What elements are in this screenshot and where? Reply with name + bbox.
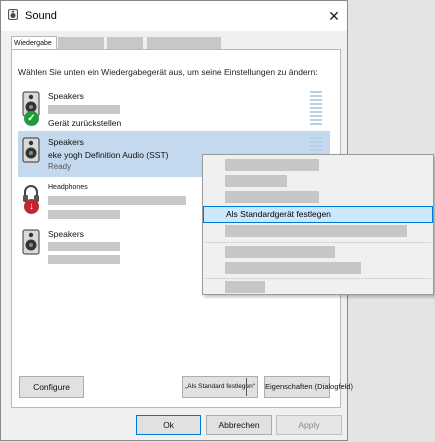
apply-button[interactable]: Apply <box>276 415 342 435</box>
menu-item-redacted-3[interactable] <box>225 191 319 203</box>
device-state: Ready <box>48 162 72 171</box>
tab-redacted-1[interactable] <box>58 37 104 49</box>
menu-item-redacted-6[interactable] <box>225 262 361 274</box>
device-detail: eke yogh Definition Audio (SST) <box>48 150 169 160</box>
device-name: Speakers <box>48 91 84 101</box>
device-item-speakers-1[interactable]: ✓ Speakers Gerät zurückstellen <box>18 85 330 131</box>
redacted-text <box>48 242 120 251</box>
tab-redacted-3[interactable] <box>147 37 221 49</box>
menu-item-redacted-7[interactable] <box>225 281 265 293</box>
check-icon: ✓ <box>24 111 39 126</box>
device-name: Speakers <box>48 137 84 147</box>
device-name: Headphones <box>48 184 88 191</box>
context-menu: Als Standardgerät festlegen <box>202 154 434 295</box>
tab-playback[interactable]: Wiedergabe <box>11 36 57 50</box>
redacted-text <box>48 210 120 219</box>
menu-separator <box>205 242 431 243</box>
speaker-icon <box>22 229 40 255</box>
configure-button[interactable]: Configure <box>19 376 84 398</box>
menu-item-redacted-5[interactable] <box>225 246 335 258</box>
properties-button[interactable]: Eigenschaften (Dialogfeld) <box>264 376 353 398</box>
title-bar: Sound ✕ <box>1 1 347 31</box>
tab-redacted-2[interactable] <box>107 37 143 49</box>
speaker-title-icon <box>8 9 18 20</box>
redacted-text <box>48 196 186 205</box>
instruction-text: Wählen Sie unten ein Wiedergabegerät aus… <box>18 67 318 77</box>
device-name: Speakers <box>48 229 84 239</box>
redacted-text <box>48 105 120 114</box>
volume-meter <box>310 91 322 125</box>
tab-bar: Wiedergabe <box>11 36 341 50</box>
down-arrow-icon: ↓ <box>24 199 39 214</box>
redacted-text <box>48 255 120 264</box>
window-title: Sound <box>25 10 57 22</box>
split-divider <box>246 378 247 396</box>
speaker-icon <box>22 137 40 163</box>
menu-item-redacted-4[interactable] <box>225 225 407 237</box>
menu-item-set-default-device[interactable]: Als Standardgerät festlegen <box>203 206 433 223</box>
cancel-button[interactable]: Abbrechen <box>206 415 272 435</box>
device-status: Gerät zurückstellen <box>48 118 122 128</box>
menu-separator <box>205 278 431 279</box>
ok-button[interactable]: Ok <box>136 415 201 435</box>
close-button[interactable]: ✕ <box>323 5 345 27</box>
menu-item-redacted-2[interactable] <box>225 175 287 187</box>
set-default-label: „Als Standard festlegen“ <box>185 383 255 390</box>
menu-item-redacted-1[interactable] <box>225 159 319 171</box>
